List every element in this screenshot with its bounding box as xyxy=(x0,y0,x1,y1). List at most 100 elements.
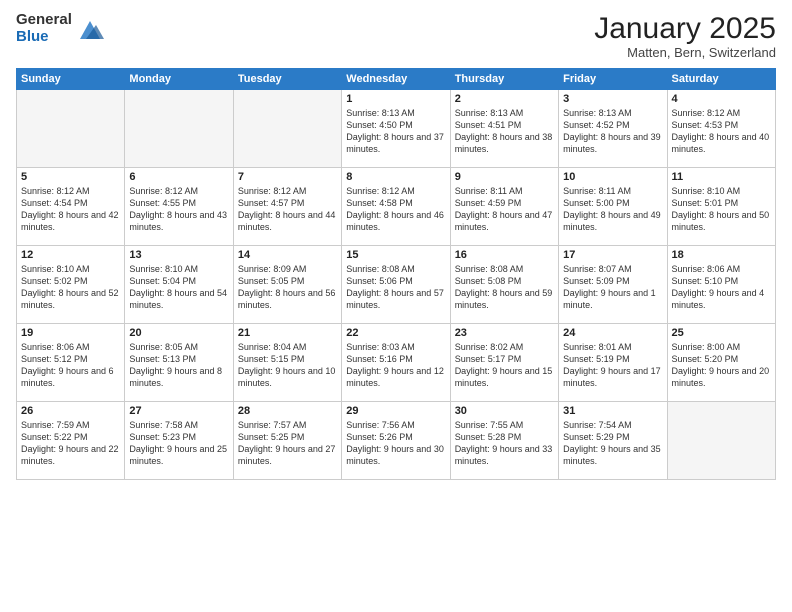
day-number: 21 xyxy=(238,327,337,339)
day-info: Sunrise: 7:56 AM Sunset: 5:26 PM Dayligh… xyxy=(346,419,445,468)
calendar-cell: 10 Sunrise: 8:11 AM Sunset: 5:00 PM Dayli… xyxy=(559,168,667,246)
title-block: January 2025 Matten, Bern, Switzerland xyxy=(594,12,776,60)
calendar-cell: 4 Sunrise: 8:12 AM Sunset: 4:53 PM Daylig… xyxy=(667,90,775,168)
day-info: Sunrise: 8:12 AM Sunset: 4:54 PM Dayligh… xyxy=(21,185,120,234)
day-number: 28 xyxy=(238,405,337,417)
day-number: 5 xyxy=(21,171,120,183)
calendar-cell: 21 Sunrise: 8:04 AM Sunset: 5:15 PM Dayli… xyxy=(233,324,341,402)
day-info: Sunrise: 7:59 AM Sunset: 5:22 PM Dayligh… xyxy=(21,419,120,468)
day-number: 23 xyxy=(455,327,554,339)
day-number: 19 xyxy=(21,327,120,339)
calendar-cell: 20Sunrise: 8:05 AM Sunset: 5:13 PM Dayli… xyxy=(125,324,233,402)
calendar-cell: 16Sunrise: 8:08 AM Sunset: 5:08 PM Dayli… xyxy=(450,246,558,324)
day-number: 7 xyxy=(238,171,337,183)
day-info: Sunrise: 8:08 AM Sunset: 5:08 PM Dayligh… xyxy=(455,263,554,312)
calendar-cell: 7 Sunrise: 8:12 AM Sunset: 4:57 PM Daylig… xyxy=(233,168,341,246)
col-tuesday: Tuesday xyxy=(233,69,341,90)
calendar-cell: 23 Sunrise: 8:02 AM Sunset: 5:17 PM Dayli… xyxy=(450,324,558,402)
calendar-header-row: Sunday Monday Tuesday Wednesday Thursday… xyxy=(17,69,776,90)
calendar-cell: 8 Sunrise: 8:12 AM Sunset: 4:58 PM Daylig… xyxy=(342,168,450,246)
day-info: Sunrise: 8:07 AM Sunset: 5:09 PM Dayligh… xyxy=(563,263,662,312)
day-info: Sunrise: 8:13 AM Sunset: 4:50 PM Dayligh… xyxy=(346,107,445,156)
day-info: Sunrise: 8:12 AM Sunset: 4:55 PM Dayligh… xyxy=(129,185,228,234)
day-info: Sunrise: 8:06 AM Sunset: 5:12 PM Dayligh… xyxy=(21,341,120,390)
day-number: 9 xyxy=(455,171,554,183)
day-number: 27 xyxy=(129,405,228,417)
day-number: 18 xyxy=(672,249,771,261)
month-title: January 2025 xyxy=(594,12,776,45)
day-number: 22 xyxy=(346,327,445,339)
day-info: Sunrise: 8:13 AM Sunset: 4:51 PM Dayligh… xyxy=(455,107,554,156)
calendar-cell: 13 Sunrise: 8:10 AM Sunset: 5:04 PM Dayli… xyxy=(125,246,233,324)
calendar-cell: 5 Sunrise: 8:12 AM Sunset: 4:54 PM Daylig… xyxy=(17,168,125,246)
day-info: Sunrise: 7:57 AM Sunset: 5:25 PM Dayligh… xyxy=(238,419,337,468)
col-monday: Monday xyxy=(125,69,233,90)
calendar-cell: 1 Sunrise: 8:13 AM Sunset: 4:50 PM Daylig… xyxy=(342,90,450,168)
calendar-cell: 19 Sunrise: 8:06 AM Sunset: 5:12 PM Dayli… xyxy=(17,324,125,402)
day-number: 2 xyxy=(455,93,554,105)
day-info: Sunrise: 8:02 AM Sunset: 5:17 PM Dayligh… xyxy=(455,341,554,390)
page: General Blue January 2025 Matten, Bern, … xyxy=(0,0,792,612)
day-info: Sunrise: 8:04 AM Sunset: 5:15 PM Dayligh… xyxy=(238,341,337,390)
calendar-cell: 2 Sunrise: 8:13 AM Sunset: 4:51 PM Daylig… xyxy=(450,90,558,168)
calendar-week-5: 26 Sunrise: 7:59 AM Sunset: 5:22 PM Dayli… xyxy=(17,402,776,480)
calendar-cell: 27 Sunrise: 7:58 AM Sunset: 5:23 PM Dayli… xyxy=(125,402,233,480)
day-number: 14 xyxy=(238,249,337,261)
calendar-cell: 22Sunrise: 8:03 AM Sunset: 5:16 PM Dayli… xyxy=(342,324,450,402)
day-number: 8 xyxy=(346,171,445,183)
day-info: Sunrise: 8:11 AM Sunset: 5:00 PM Dayligh… xyxy=(563,185,662,234)
day-number: 17 xyxy=(563,249,662,261)
day-info: Sunrise: 7:58 AM Sunset: 5:23 PM Dayligh… xyxy=(129,419,228,468)
logo-icon xyxy=(76,15,104,43)
day-number: 13 xyxy=(129,249,228,261)
calendar-cell: 18 Sunrise: 8:06 AM Sunset: 5:10 PM Dayli… xyxy=(667,246,775,324)
calendar-cell: 9 Sunrise: 8:11 AM Sunset: 4:59 PM Daylig… xyxy=(450,168,558,246)
day-info: Sunrise: 8:05 AM Sunset: 5:13 PM Dayligh… xyxy=(129,341,228,390)
day-number: 10 xyxy=(563,171,662,183)
day-number: 11 xyxy=(672,171,771,183)
logo: General Blue xyxy=(16,12,104,45)
day-info: Sunrise: 8:12 AM Sunset: 4:53 PM Dayligh… xyxy=(672,107,771,156)
logo-blue: Blue xyxy=(16,29,72,46)
day-number: 24 xyxy=(563,327,662,339)
header: General Blue January 2025 Matten, Bern, … xyxy=(16,12,776,60)
calendar-cell: 25Sunrise: 8:00 AM Sunset: 5:20 PM Dayli… xyxy=(667,324,775,402)
day-number: 4 xyxy=(672,93,771,105)
day-number: 15 xyxy=(346,249,445,261)
col-saturday: Saturday xyxy=(667,69,775,90)
calendar-week-2: 5 Sunrise: 8:12 AM Sunset: 4:54 PM Daylig… xyxy=(17,168,776,246)
calendar-cell xyxy=(233,90,341,168)
day-number: 1 xyxy=(346,93,445,105)
day-number: 29 xyxy=(346,405,445,417)
calendar-week-4: 19 Sunrise: 8:06 AM Sunset: 5:12 PM Dayli… xyxy=(17,324,776,402)
calendar-cell: 29 Sunrise: 7:56 AM Sunset: 5:26 PM Dayli… xyxy=(342,402,450,480)
day-info: Sunrise: 8:11 AM Sunset: 4:59 PM Dayligh… xyxy=(455,185,554,234)
calendar-cell: 12Sunrise: 8:10 AM Sunset: 5:02 PM Dayli… xyxy=(17,246,125,324)
day-number: 26 xyxy=(21,405,120,417)
day-number: 31 xyxy=(563,405,662,417)
col-friday: Friday xyxy=(559,69,667,90)
calendar-cell: 24 Sunrise: 8:01 AM Sunset: 5:19 PM Dayli… xyxy=(559,324,667,402)
day-info: Sunrise: 8:12 AM Sunset: 4:57 PM Dayligh… xyxy=(238,185,337,234)
calendar-week-1: 1 Sunrise: 8:13 AM Sunset: 4:50 PM Daylig… xyxy=(17,90,776,168)
day-info: Sunrise: 8:10 AM Sunset: 5:04 PM Dayligh… xyxy=(129,263,228,312)
day-info: Sunrise: 8:01 AM Sunset: 5:19 PM Dayligh… xyxy=(563,341,662,390)
calendar-cell xyxy=(667,402,775,480)
day-number: 6 xyxy=(129,171,228,183)
day-info: Sunrise: 7:54 AM Sunset: 5:29 PM Dayligh… xyxy=(563,419,662,468)
calendar-week-3: 12Sunrise: 8:10 AM Sunset: 5:02 PM Dayli… xyxy=(17,246,776,324)
col-thursday: Thursday xyxy=(450,69,558,90)
day-info: Sunrise: 8:09 AM Sunset: 5:05 PM Dayligh… xyxy=(238,263,337,312)
day-info: Sunrise: 8:06 AM Sunset: 5:10 PM Dayligh… xyxy=(672,263,771,312)
day-info: Sunrise: 8:10 AM Sunset: 5:01 PM Dayligh… xyxy=(672,185,771,234)
logo-general: General xyxy=(16,12,72,29)
day-number: 25 xyxy=(672,327,771,339)
day-info: Sunrise: 8:08 AM Sunset: 5:06 PM Dayligh… xyxy=(346,263,445,312)
calendar-cell: 15 Sunrise: 8:08 AM Sunset: 5:06 PM Dayli… xyxy=(342,246,450,324)
calendar-cell: 30Sunrise: 7:55 AM Sunset: 5:28 PM Dayli… xyxy=(450,402,558,480)
day-info: Sunrise: 8:12 AM Sunset: 4:58 PM Dayligh… xyxy=(346,185,445,234)
day-info: Sunrise: 8:10 AM Sunset: 5:02 PM Dayligh… xyxy=(21,263,120,312)
day-number: 3 xyxy=(563,93,662,105)
col-sunday: Sunday xyxy=(17,69,125,90)
calendar-cell: 26 Sunrise: 7:59 AM Sunset: 5:22 PM Dayli… xyxy=(17,402,125,480)
